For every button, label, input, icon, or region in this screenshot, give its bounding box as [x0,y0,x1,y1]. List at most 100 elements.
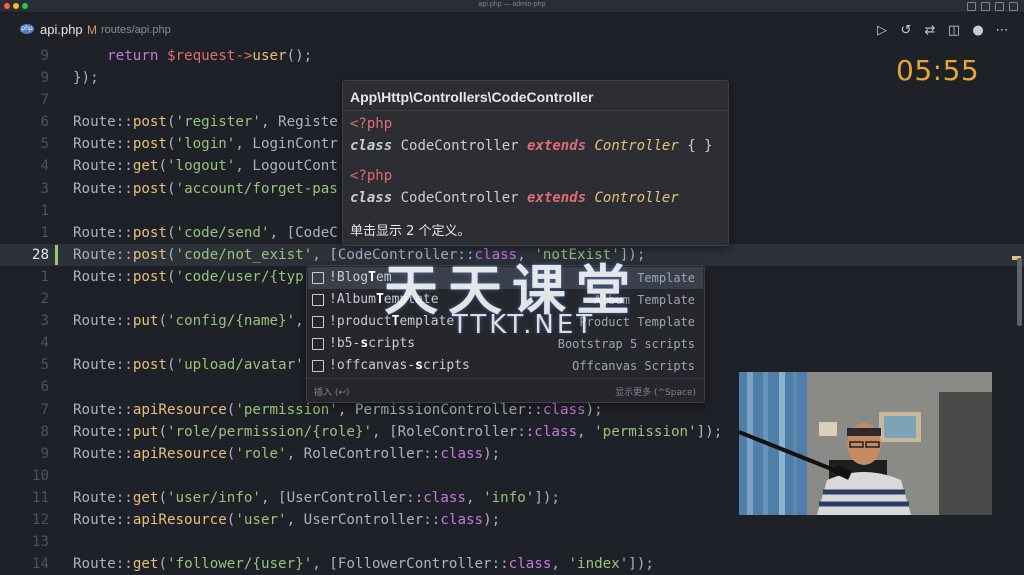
code-token: 'user' [235,511,287,528]
code-token: UserController [303,511,424,528]
code-token: class [508,556,552,573]
line-number: 6 [40,114,49,131]
code-token: class [423,489,466,506]
unsaved-dot-icon[interactable]: ● [966,21,990,41]
line-number: 11 [31,489,49,506]
code-token: get [132,489,159,506]
suggest-show-more[interactable]: 显示更多 (^Space) [615,385,696,398]
code-token: , [235,136,253,153]
suggestion-label-prefix: !product [329,314,392,329]
toggle-panel-icon[interactable] [981,2,990,11]
line-number: 5 [40,136,49,153]
code-token: 'index' [568,556,629,573]
code-token: ( [166,268,176,285]
code-token: ( [166,180,176,197]
code-token: Route [73,246,116,263]
code-text: Route::post('code/send', [CodeC [73,222,338,244]
code-token: RoleController [303,445,424,462]
watermark-url: TTKT.NET [452,310,596,340]
line-number: 2 [40,291,49,308]
line-number: 28 [31,246,49,263]
suggestion-label: !offcanvas-scripts [329,358,470,373]
suggestion-label-match: T [375,292,384,307]
code-token: ]); [534,489,560,506]
webcam-overlay [739,372,992,515]
code-token: PermissionController [354,401,526,418]
code-token: , [ [269,224,296,241]
snippet-icon [312,272,324,284]
breadcrumb[interactable]: routes/api.php [101,24,171,36]
code-token: , [235,158,253,175]
split-editor-icon[interactable]: ◫ [942,21,966,41]
editor-toolbar: ▷ ↺ ⇄ ◫ ● ⋯ [870,21,1014,41]
code-token: 'register' [175,114,261,131]
code-token: ( [158,489,167,506]
code-token: CodeC [295,224,338,241]
code-token: (); [286,48,313,64]
compare-icon[interactable]: ⇄ [918,21,942,41]
line-number: 7 [40,92,49,109]
code-token: , [295,313,304,330]
editor-scrollbar[interactable] [1017,258,1022,326]
suggestion-item[interactable]: !offcanvas-scripts Offcanvas Scripts [308,355,703,377]
suggest-insert-hint[interactable]: 插入 (↩) [314,385,349,398]
code-text: Route::post('account/forget-pas [73,178,338,200]
hover-definitions-link[interactable]: 单击显示 2 个定义。 [350,220,471,239]
code-token: 'permission' [235,401,338,418]
code-token: , [ [260,489,287,506]
code-token: ( [158,313,167,330]
line-number: 9 [40,48,49,64]
code-token: , [ [371,423,398,440]
code-token: 'config/{name}' [166,313,296,330]
code-token: UserController [286,489,407,506]
code-token: , [ [312,246,338,263]
code-token: :: [115,313,133,330]
code-token: :: [115,556,133,573]
hover-definition-popup: App\Http\Controllers\CodeController <?ph… [342,80,729,246]
code-token: 'info' [483,489,535,506]
code-token: :: [525,401,543,418]
code-line[interactable]: 14 Route::get('follower/{user}', [Followe… [0,553,1024,575]
customize-layout-icon[interactable] [1009,2,1018,11]
code-line[interactable]: 9 return $request->user(); [0,45,1024,67]
code-token: :: [115,180,133,197]
code-token: :: [115,489,133,506]
code-token: ); [585,401,603,418]
code-token: Route [73,423,116,440]
code-token: Route [73,180,116,197]
timeline-icon[interactable]: ↺ [894,21,918,41]
code-token: Route [73,445,116,462]
more-actions-icon[interactable]: ⋯ [990,21,1014,41]
code-token: Route [73,136,116,153]
code-token: :: [115,268,133,285]
run-icon[interactable]: ▷ [870,21,894,41]
window-titlebar: api.php — admin-php [0,0,1024,13]
toggle-secondary-sidebar-icon[interactable] [995,2,1004,11]
hover-def-1-code: class CodeController extends Controller … [350,138,713,154]
code-token: Route [73,114,116,131]
code-token: , [286,445,304,462]
line-number: 3 [40,180,49,197]
code-token: ( [158,158,167,175]
code-token: :: [517,423,535,440]
code-line[interactable]: 13 [0,531,1024,553]
code-token: FollowerController [337,556,492,573]
code-token: apiResource [132,511,227,528]
code-token: post [132,224,167,241]
code-token: ( [166,246,176,263]
toggle-sidebar-icon[interactable] [967,2,976,11]
code-text: Route::get('user/info', [UserController:… [73,487,560,509]
code-token: :: [491,556,509,573]
code-token: class [534,423,578,440]
line-number: 7 [40,401,49,418]
code-token: :: [406,489,424,506]
git-modified-marker [55,244,58,265]
code-token: Route [73,511,116,528]
suggestion-label-prefix: !Album [329,292,376,307]
line-number: 4 [40,158,49,175]
code-token: :: [115,401,133,418]
code-token: post [132,268,167,285]
code-token: post [132,180,167,197]
suggestion-detail: Template [637,271,695,285]
tab-filename[interactable]: api.php [40,22,83,37]
